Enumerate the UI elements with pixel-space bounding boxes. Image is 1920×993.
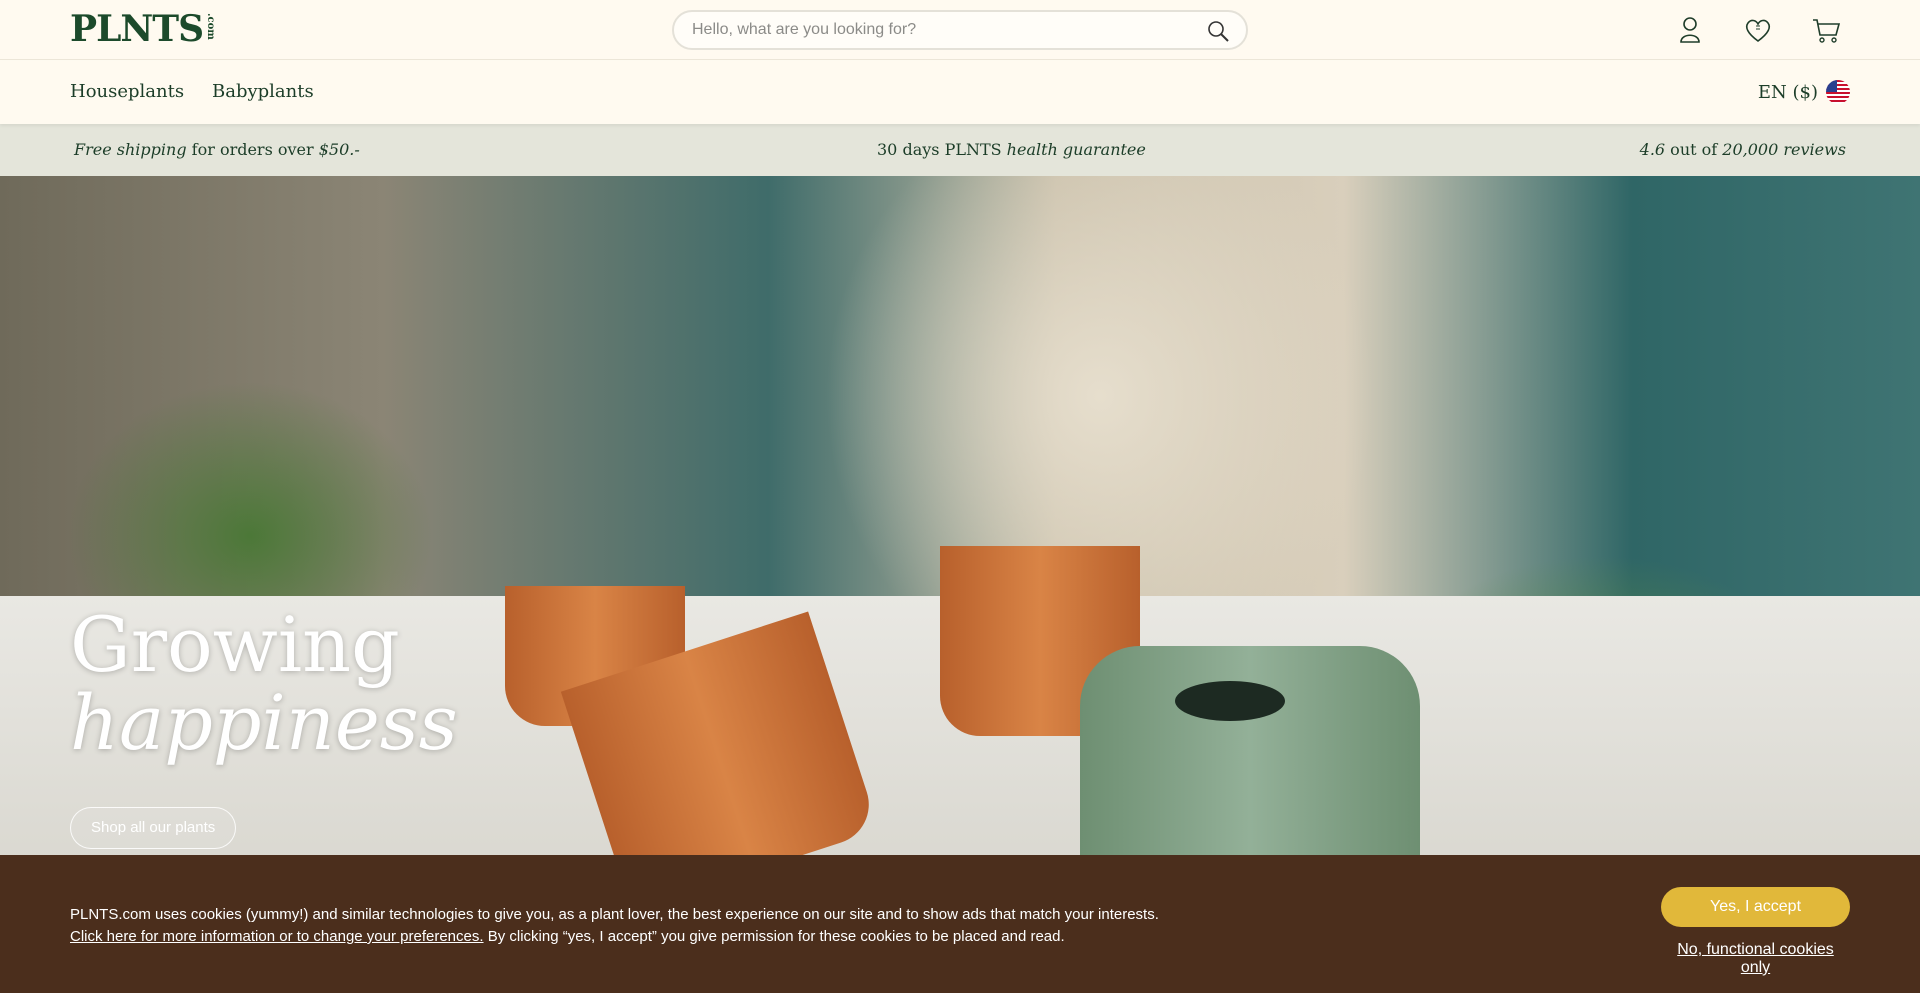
shop-all-plants-button[interactable]: Shop all our plants — [70, 807, 237, 849]
main-nav: Houseplants Babyplants EN ($) — [0, 61, 1920, 124]
wishlist-heart-icon[interactable] — [1742, 14, 1774, 46]
logo[interactable]: PLNTS .com — [70, 8, 217, 50]
nav-item-babyplants[interactable]: Babyplants — [212, 81, 314, 102]
cookie-banner: PLNTS.com uses cookies (yummy!) and simi… — [0, 855, 1920, 993]
search-input[interactable] — [692, 12, 1182, 48]
usp-reviews-score: 4.6 — [1639, 140, 1666, 159]
usp-shipping-emph: Free shipping — [74, 140, 187, 159]
search-box — [672, 10, 1248, 50]
cookie-text: PLNTS.com uses cookies (yummy!) and simi… — [70, 906, 1159, 923]
logo-text: PLNTS — [70, 8, 204, 50]
usp-reviews-mid: out of — [1665, 140, 1723, 159]
nav-item-houseplants[interactable]: Houseplants — [70, 81, 184, 102]
usp-guarantee-emph: health guarantee — [1006, 140, 1146, 159]
hero-title-line1: Growing — [70, 600, 400, 689]
hero-image-watering-can-opening — [1175, 681, 1285, 721]
search-icon[interactable] — [1206, 19, 1230, 43]
language-label: EN ($) — [1757, 81, 1818, 103]
usp-guarantee: 30 days PLNTS health guarantee — [877, 140, 1146, 159]
hero-title: Growing happiness — [70, 606, 458, 762]
usp-shipping-amount: $50.- — [318, 140, 360, 159]
usp-shipping-rest: for orders over — [186, 140, 319, 159]
usp-reviews-emph: 20,000 reviews — [1722, 140, 1846, 159]
hero-banner: Growing happiness Shop all our plants — [0, 176, 1920, 898]
header: PLNTS .com — [0, 0, 1920, 60]
cookie-message: PLNTS.com uses cookies (yummy!) and simi… — [70, 904, 1230, 948]
accept-cookies-button[interactable]: Yes, I accept — [1661, 887, 1850, 927]
usp-reviews: 4.6 out of 20,000 reviews — [1640, 140, 1846, 159]
cookie-preferences-link[interactable]: Click here for more information or to ch… — [70, 928, 484, 945]
us-flag-icon — [1826, 80, 1850, 104]
usp-bar: Free shipping for orders over $50.- 30 d… — [0, 124, 1920, 176]
hero-title-line2: happiness — [70, 678, 458, 767]
language-selector[interactable]: EN ($) — [1758, 80, 1850, 104]
usp-guarantee-prefix: 30 days PLNTS — [877, 140, 1007, 159]
usp-shipping: Free shipping for orders over $50.- — [74, 140, 360, 159]
account-icon[interactable] — [1674, 14, 1706, 46]
cookie-text-2: By clicking “yes, I accept” you give per… — [483, 928, 1065, 945]
functional-cookies-link[interactable]: No, functional cookies only — [1661, 941, 1850, 977]
logo-suffix: .com — [205, 13, 217, 40]
cart-icon[interactable] — [1810, 14, 1842, 46]
